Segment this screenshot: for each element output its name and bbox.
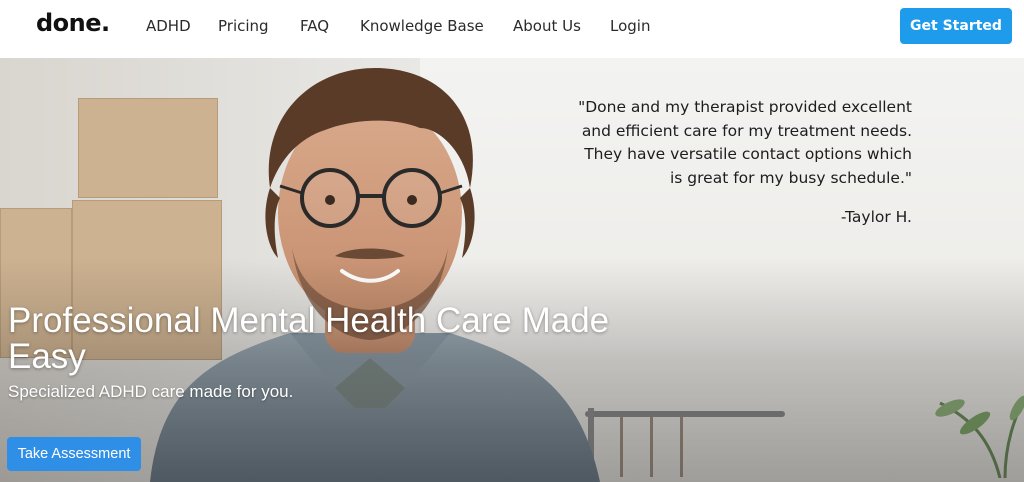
nav-item-faq[interactable]: FAQ (300, 17, 329, 35)
testimonial-line: and efficient care for my treatment need… (581, 121, 912, 140)
get-started-button[interactable]: Get Started (900, 8, 1012, 44)
testimonial-quote: "Done and my therapist provided excellen… (492, 96, 912, 190)
take-assessment-button[interactable]: Take Assessment (7, 437, 141, 471)
nav-item-pricing[interactable]: Pricing (218, 17, 269, 35)
nav-item-about-us[interactable]: About Us (513, 17, 581, 35)
nav-item-adhd[interactable]: ADHD (146, 17, 191, 35)
testimonial-line: is great for my busy schedule." (669, 168, 912, 187)
logo[interactable]: done. (36, 9, 110, 37)
hero-headline: Professional Mental Health Care Made Eas… (8, 303, 668, 375)
hero-subheadline: Specialized ADHD care made for you. (8, 382, 294, 401)
nav-item-knowledge-base[interactable]: Knowledge Base (360, 17, 484, 35)
hero-headline-line: Easy (8, 337, 86, 376)
hero-headline-line: Professional Mental Health Care Made (8, 301, 610, 340)
site-header: done. ADHD Pricing FAQ Knowledge Base Ab… (0, 0, 1024, 58)
nav-item-login[interactable]: Login (610, 17, 650, 35)
hero-section: "Done and my therapist provided excellen… (0, 58, 1024, 482)
testimonial-line: They have versatile contact options whic… (584, 145, 912, 163)
testimonial-author: -Taylor H. (840, 208, 912, 226)
testimonial-line: "Done and my therapist provided excellen… (578, 98, 912, 116)
